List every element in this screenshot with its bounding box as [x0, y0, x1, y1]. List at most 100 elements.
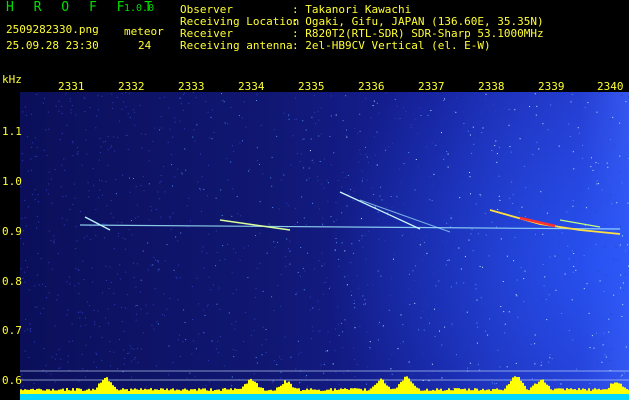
- noise-pixel: [60, 186, 62, 188]
- noise-pixel: [446, 321, 448, 323]
- noise-pixel: [182, 341, 184, 343]
- noise-pixel: [154, 288, 156, 290]
- noise-pixel: [488, 167, 490, 169]
- noise-pixel: [99, 137, 101, 139]
- noise-pixel: [517, 150, 519, 152]
- power-bar: [128, 391, 130, 394]
- noise-pixel: [133, 348, 135, 350]
- noise-pixel: [354, 376, 356, 377]
- noise-pixel: [458, 215, 460, 217]
- noise-pixel: [262, 173, 264, 175]
- noise-pixel: [36, 227, 38, 229]
- noise-pixel: [96, 115, 98, 117]
- noise-pixel: [96, 353, 98, 355]
- noise-pixel: [496, 161, 498, 163]
- noise-pixel: [161, 127, 163, 129]
- noise-pixel: [601, 361, 603, 363]
- noise-pixel: [596, 332, 598, 334]
- noise-pixel: [358, 161, 360, 163]
- noise-pixel: [429, 322, 430, 324]
- power-bar: [198, 388, 200, 394]
- noise-pixel: [113, 292, 115, 294]
- noise-pixel: [65, 195, 67, 197]
- noise-pixel: [152, 264, 154, 266]
- noise-pixel: [556, 321, 558, 323]
- noise-pixel: [354, 358, 355, 360]
- noise-pixel: [496, 226, 497, 228]
- power-bar: [582, 388, 584, 394]
- power-bar: [342, 389, 344, 394]
- noise-pixel: [33, 383, 35, 385]
- power-bar: [584, 389, 586, 394]
- noise-pixel: [530, 278, 532, 279]
- noise-pixel: [420, 317, 422, 319]
- noise-pixel: [199, 188, 201, 190]
- noise-pixel: [335, 371, 337, 373]
- noise-pixel: [231, 376, 233, 378]
- noise-pixel: [459, 197, 461, 199]
- noise-pixel: [31, 146, 33, 148]
- noise-pixel: [86, 235, 88, 237]
- noise-pixel: [607, 166, 609, 168]
- noise-pixel: [549, 288, 551, 290]
- power-bar: [440, 388, 442, 394]
- power-bar: [108, 381, 110, 394]
- noise-pixel: [247, 245, 249, 247]
- noise-pixel: [318, 208, 320, 210]
- noise-pixel: [597, 270, 599, 272]
- meteor-echo: [339, 191, 421, 230]
- power-bar: [610, 383, 612, 394]
- noise-pixel: [344, 250, 346, 252]
- power-bar: [142, 389, 144, 394]
- noise-pixel: [46, 154, 48, 156]
- noise-pixel: [335, 114, 337, 116]
- noise-pixel: [127, 134, 129, 136]
- noise-pixel: [467, 130, 469, 132]
- noise-pixel: [542, 123, 544, 125]
- power-bar: [46, 389, 48, 394]
- info-key: Receiving antenna: [180, 39, 293, 52]
- power-bar: [618, 383, 620, 394]
- noise-pixel: [326, 277, 328, 279]
- noise-pixel: [286, 238, 288, 240]
- noise-pixel: [162, 165, 164, 167]
- noise-pixel: [596, 183, 598, 185]
- noise-pixel: [300, 247, 302, 248]
- power-bar: [442, 390, 444, 394]
- noise-pixel: [366, 179, 368, 181]
- noise-pixel: [72, 340, 74, 342]
- power-bar: [560, 388, 562, 394]
- noise-pixel: [500, 238, 502, 240]
- noise-pixel: [586, 207, 587, 209]
- noise-pixel: [475, 235, 477, 237]
- noise-pixel: [495, 140, 497, 142]
- power-bar: [400, 381, 402, 394]
- noise-pixel: [472, 171, 474, 173]
- noise-pixel: [494, 110, 496, 112]
- noise-pixel: [480, 195, 482, 197]
- noise-pixel: [621, 315, 623, 317]
- noise-pixel: [121, 321, 123, 323]
- power-bar: [74, 390, 76, 394]
- noise-pixel: [180, 103, 182, 105]
- noise-pixel: [569, 136, 571, 137]
- noise-pixel: [415, 118, 417, 120]
- noise-pixel: [231, 215, 233, 217]
- noise-pixel: [93, 361, 95, 363]
- noise-pixel: [51, 268, 53, 270]
- noise-pixel: [443, 158, 445, 160]
- noise-pixel: [196, 277, 198, 279]
- power-bar: [428, 390, 430, 394]
- noise-pixel: [144, 133, 146, 135]
- noise-pixel: [495, 383, 497, 384]
- power-bar: [112, 385, 114, 394]
- noise-pixel: [58, 349, 60, 350]
- noise-pixel: [107, 136, 109, 138]
- power-bar: [222, 388, 224, 394]
- noise-pixel: [341, 242, 343, 244]
- noise-pixel: [311, 159, 313, 161]
- power-bar: [204, 388, 206, 394]
- noise-pixel: [122, 237, 124, 239]
- noise-pixel: [102, 194, 104, 196]
- noise-pixel: [33, 285, 35, 287]
